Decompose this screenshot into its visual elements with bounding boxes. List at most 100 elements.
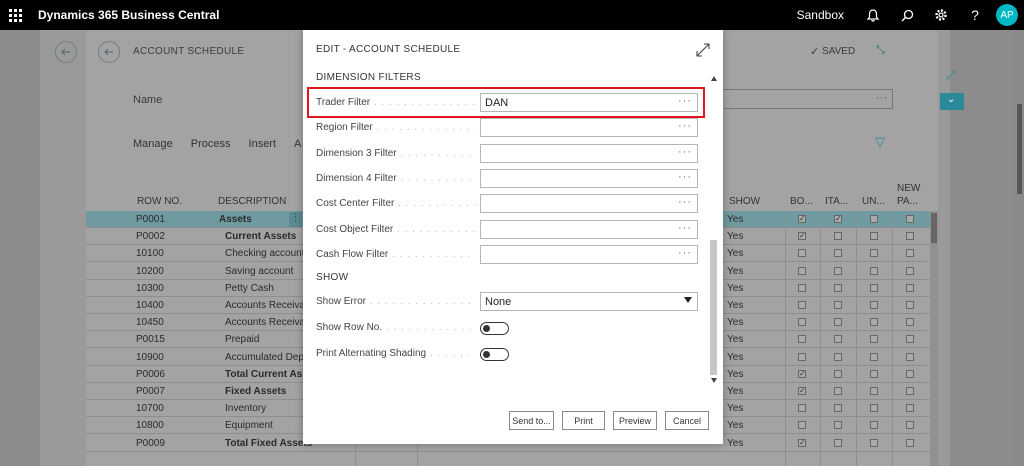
row-no-cell[interactable]: P0009 <box>136 438 165 449</box>
page-scrollbar[interactable] <box>1014 30 1024 466</box>
show-cell[interactable]: Yes <box>727 300 743 311</box>
menu-actions[interactable]: A <box>294 138 301 150</box>
italic-checkbox[interactable] <box>834 438 842 447</box>
name-field[interactable]: ··· <box>720 89 893 109</box>
cancel-button[interactable]: Cancel <box>665 411 709 430</box>
cost-center-filter-input[interactable]: ··· <box>480 194 698 214</box>
dialog-scrollbar-thumb[interactable] <box>710 240 717 375</box>
trader-filter-input[interactable]: DAN ··· <box>480 93 698 112</box>
help-icon[interactable]: ? <box>958 0 992 30</box>
lookup-ellipsis-icon[interactable]: ··· <box>678 196 692 208</box>
new-page-checkbox[interactable] <box>906 404 914 413</box>
row-no-cell[interactable]: 10900 <box>136 352 164 363</box>
show-cell[interactable]: Yes <box>727 386 743 397</box>
new-page-checkbox[interactable] <box>906 421 914 430</box>
underline-checkbox[interactable] <box>870 249 878 258</box>
italic-checkbox[interactable] <box>834 301 842 309</box>
col-bold[interactable]: BO... <box>790 196 813 207</box>
dimension-3-filter-input[interactable]: ··· <box>480 143 698 163</box>
col-show[interactable]: SHOW <box>729 196 760 207</box>
row-no-cell[interactable]: P0002 <box>136 231 165 242</box>
new-page-checkbox[interactable] <box>906 301 914 309</box>
grid-scrollbar[interactable] <box>930 211 938 466</box>
grid-scrollbar-thumb[interactable] <box>931 213 937 243</box>
row-no-cell[interactable]: 10800 <box>136 420 164 431</box>
col-new-page[interactable]: NEW <box>897 183 920 194</box>
underline-checkbox[interactable] <box>870 404 878 413</box>
lookup-ellipsis-icon[interactable]: ··· <box>678 247 692 259</box>
lookup-ellipsis-icon[interactable]: ··· <box>678 222 692 234</box>
show-cell[interactable]: Yes <box>727 317 743 328</box>
underline-checkbox[interactable] <box>870 421 878 430</box>
new-page-checkbox[interactable] <box>906 215 914 223</box>
bold-checkbox[interactable]: ✓ <box>798 232 806 241</box>
show-row-no-toggle[interactable] <box>480 322 509 335</box>
bold-checkbox[interactable] <box>798 318 806 327</box>
row-no-cell[interactable]: P0006 <box>136 369 165 380</box>
italic-checkbox[interactable] <box>834 232 842 241</box>
new-page-checkbox[interactable] <box>906 249 914 258</box>
bold-checkbox[interactable]: ✓ <box>798 438 806 447</box>
new-page-checkbox[interactable] <box>906 318 914 327</box>
dimension-4-filter-input[interactable]: ··· <box>480 168 698 188</box>
print-button[interactable]: Print <box>562 411 605 430</box>
italic-checkbox[interactable] <box>834 249 842 258</box>
show-cell[interactable]: Yes <box>727 352 743 363</box>
avatar[interactable]: AP <box>996 4 1018 26</box>
new-page-checkbox[interactable] <box>906 266 914 275</box>
row-no-cell[interactable]: P0015 <box>136 334 165 345</box>
lookup-ellipsis-icon[interactable]: ··· <box>678 171 692 183</box>
italic-checkbox[interactable] <box>834 369 842 378</box>
print-shading-toggle[interactable] <box>480 348 509 361</box>
bold-checkbox[interactable]: ✓ <box>798 369 806 378</box>
row-no-cell[interactable]: 10100 <box>136 248 164 259</box>
new-page-checkbox[interactable] <box>906 352 914 361</box>
waffle-icon[interactable] <box>0 0 30 30</box>
underline-checkbox[interactable] <box>870 266 878 275</box>
underline-checkbox[interactable] <box>870 232 878 241</box>
expand-dialog-icon[interactable] <box>695 42 711 58</box>
new-page-checkbox[interactable] <box>906 438 914 447</box>
bold-checkbox[interactable] <box>798 283 806 292</box>
expand-icon[interactable]: ⤢ <box>946 68 956 83</box>
filter-icon[interactable]: ▽ <box>875 134 885 150</box>
bold-checkbox[interactable] <box>798 352 806 361</box>
row-no-cell[interactable]: 10300 <box>136 283 164 294</box>
underline-checkbox[interactable] <box>870 318 878 327</box>
new-page-checkbox[interactable] <box>906 369 914 378</box>
menu-insert[interactable]: Insert <box>249 138 277 150</box>
row-no-cell[interactable]: 10400 <box>136 300 164 311</box>
underline-checkbox[interactable] <box>870 335 878 344</box>
underline-checkbox[interactable] <box>870 301 878 309</box>
italic-checkbox[interactable] <box>834 404 842 413</box>
row-no-cell[interactable]: 10200 <box>136 266 164 277</box>
underline-checkbox[interactable] <box>870 283 878 292</box>
italic-checkbox[interactable] <box>834 352 842 361</box>
show-cell[interactable]: Yes <box>727 420 743 431</box>
show-cell[interactable]: Yes <box>727 334 743 345</box>
send-to-button[interactable]: Send to... <box>509 411 554 430</box>
bold-checkbox[interactable] <box>798 404 806 413</box>
environment-name[interactable]: Sandbox <box>797 8 844 22</box>
bold-checkbox[interactable]: ✓ <box>798 215 806 223</box>
show-cell[interactable]: Yes <box>727 283 743 294</box>
search-icon[interactable] <box>890 0 924 30</box>
row-no-cell[interactable]: P0001 <box>136 214 165 225</box>
preview-button[interactable]: Preview <box>613 411 657 430</box>
new-page-checkbox[interactable] <box>906 232 914 241</box>
lookup-ellipsis-icon[interactable]: ··· <box>678 120 692 132</box>
bold-checkbox[interactable]: ✓ <box>798 387 806 395</box>
bold-checkbox[interactable] <box>798 249 806 258</box>
cost-object-filter-input[interactable]: ··· <box>480 219 698 239</box>
scroll-down-icon[interactable] <box>711 378 717 383</box>
underline-checkbox[interactable] <box>870 387 878 395</box>
bold-checkbox[interactable] <box>798 335 806 344</box>
underline-checkbox[interactable] <box>870 438 878 447</box>
scroll-up-icon[interactable] <box>711 76 717 81</box>
page-scrollbar-thumb[interactable] <box>1017 104 1022 194</box>
dialog-scrollbar[interactable] <box>709 72 719 388</box>
bell-icon[interactable] <box>856 0 890 30</box>
italic-checkbox[interactable]: ✓ <box>834 215 842 223</box>
show-cell[interactable]: Yes <box>727 266 743 277</box>
cash-flow-filter-input[interactable]: ··· <box>480 244 698 264</box>
